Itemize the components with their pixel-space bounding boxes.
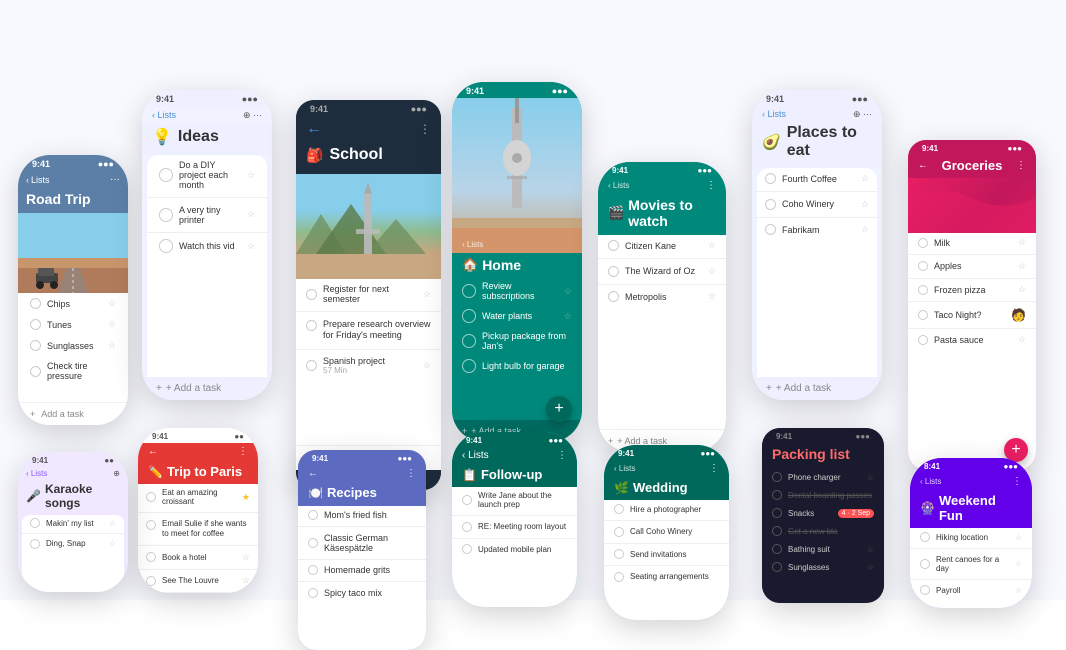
list-item: Eat an amazing croissant ★ <box>138 484 258 510</box>
list-item: Updated mobile plan <box>452 540 577 558</box>
list-item: Hiking location ☆ <box>910 528 1032 546</box>
list-item: Book a hotel ☆ <box>138 548 258 567</box>
list-item: Rent canoes for a day ☆ <box>910 551 1032 577</box>
add-task-bar[interactable]: + + Add a task <box>142 377 272 400</box>
list-item: Hire a photographer <box>604 500 729 518</box>
list-item: Get a new bla <box>762 522 884 540</box>
list-item: Check tire pressure <box>18 356 128 386</box>
phone-ideas: 9:41 ●●● ‹ Lists ⊕ ··· 💡 Ideas Do a DIY … <box>142 90 272 400</box>
list-item: Do a DIY project each month ☆ <box>147 155 267 195</box>
phone-places: 9:41 ●●● ‹ Lists ⊕ ··· 🥑 Places to eat F… <box>752 90 882 400</box>
fab-button[interactable]: + <box>546 396 572 422</box>
list-item: Apples ☆ <box>908 257 1036 276</box>
list-item: Snacks 4 · 2 Sep <box>762 504 884 522</box>
list-item: Fourth Coffee ☆ <box>757 168 877 189</box>
list-item: Pasta sauce ☆ <box>908 330 1036 349</box>
phone-roadtrip: 9:41 ●●● ‹ Lists ··· Road Trip <box>18 155 128 425</box>
phone-home: 9:41 ●●● <box>452 82 582 442</box>
list-item: Pickup package from Jan's <box>452 327 582 355</box>
list-item: Review subscriptions ☆ <box>452 277 582 305</box>
add-task-bar[interactable]: + Add a task <box>18 402 128 425</box>
status-bar-school: 9:41 ●●● <box>296 100 441 116</box>
list-item: Taco Night? 🧑 <box>908 304 1036 326</box>
list-item: The Wizard of Oz ☆ <box>598 261 726 282</box>
list-item: Watch this vid ☆ <box>147 234 267 258</box>
list-item: Tunes ☆ <box>18 314 128 335</box>
phone-groceries: 9:41 ●●● ← Groceries ⋮ Milk ☆ <box>908 140 1036 470</box>
phone-wedding: 9:41 ●●● ‹ Lists ⋮ 🌿 Wedding Hire a phot… <box>604 445 729 620</box>
list-item: Prepare research overview for Friday's m… <box>296 314 441 347</box>
list-item: Spanish project 57 Min ☆ <box>296 351 441 380</box>
phone-weekend: 8:41 ●●● ‹ Lists ⋮ 🎡 Weekend Fun Hiking … <box>910 458 1032 608</box>
phone-movies: 9:41 ●●● ‹ Lists ⋮ 🎬 Movies to watch Cit… <box>598 162 726 452</box>
list-item: Makin' my list ☆ <box>22 515 124 531</box>
list-item: Spicy taco mix <box>298 584 426 602</box>
lists-nav: ‹ Lists ⊕ ··· <box>142 106 272 125</box>
list-item: Light bulb for garage <box>452 355 582 377</box>
list-item: Email Sulie if she wants to meet for cof… <box>138 515 258 544</box>
list-item: Water plants ☆ <box>452 305 582 327</box>
list-item: Metropolis ☆ <box>598 286 726 307</box>
list-item: Mom's fried fish <box>298 506 426 524</box>
status-bar-roadtrip: 9:41 ●●● <box>18 155 128 171</box>
phone-school: 9:41 ●●● ← ⋮ 🎒 School <box>296 100 441 490</box>
list-item: Payroll ☆ <box>910 581 1032 599</box>
add-task-bar[interactable]: + + Add a task <box>752 377 882 400</box>
status-bar-places: 9:41 ●●● <box>752 90 882 106</box>
list-item: RE: Meeting room layout <box>452 518 577 536</box>
list-item: Coho Winery ☆ <box>757 194 877 215</box>
list-item: Write Jane about the launch prep <box>452 487 577 513</box>
list-item: Milk ☆ <box>908 233 1036 252</box>
list-item: Dental boarding passes <box>762 486 884 504</box>
list-item: Classic German Käsespätzle <box>298 529 426 557</box>
list-item: Citizen Kane ☆ <box>598 235 726 256</box>
phone-karaoke: 9:41 ●● ‹ Lists ⊕ 🎤 Karaoke songs Makin'… <box>18 452 128 592</box>
phone-recipes: 9:41 ●●● ← ⋮ 🍽️ Recipes Mom's fried fish <box>298 450 426 650</box>
phone-packing: 9:41 ●●● Packing list Phone charger ☆ De… <box>762 428 884 603</box>
list-item: Sunglasses ☆ <box>762 558 884 576</box>
list-item: Phone charger ☆ <box>762 468 884 486</box>
status-bar-home: 9:41 ●●● <box>452 82 582 98</box>
list-item: Sunglasses ☆ <box>18 335 128 356</box>
list-item: Call Coho Winery <box>604 523 729 541</box>
list-item: A very tiny printer ☆ <box>147 200 267 230</box>
list-item: Bathing suit ☆ <box>762 540 884 558</box>
list-item: Seating arrangements <box>604 568 729 586</box>
app-scene: 9:41 ●●● ‹ Lists ··· Road Trip <box>0 0 1066 600</box>
list-item: Fabrikam ☆ <box>757 219 877 240</box>
list-item: Homemade grits <box>298 561 426 579</box>
list-item: Register for next semester ☆ <box>296 279 441 309</box>
phone-paris: 9:41 ●● ← ⋮ ✏️ Trip to Paris Eat an amaz… <box>138 428 258 593</box>
status-bar-ideas: 9:41 ●●● <box>142 90 272 106</box>
list-item: Frozen pizza ☆ <box>908 280 1036 299</box>
list-item: Send invitations <box>604 545 729 563</box>
phone-followup: 9:41 ●●● ‹ Lists ⋮ 📋 Follow-up Write Jan… <box>452 432 577 607</box>
list-item: Ding, Snap ☆ <box>22 536 124 552</box>
list-item: Chips ☆ <box>18 293 128 314</box>
list-item: See The Louvre ☆ <box>138 571 258 590</box>
